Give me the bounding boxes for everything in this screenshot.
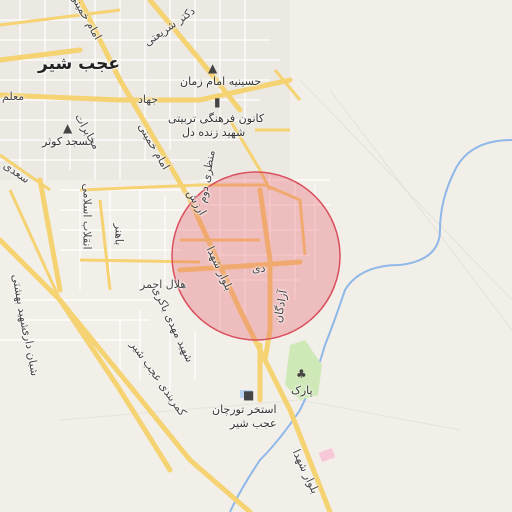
poi-park: پارک — [291, 384, 313, 397]
poi-pool-line1: استخر تورچان — [212, 403, 277, 416]
tree-icon: ♣ — [296, 367, 307, 381]
road-dey: دی — [252, 262, 266, 275]
pool-icon: ■ — [243, 388, 255, 402]
mosque-icon: ▲ — [63, 121, 73, 135]
mosque-icon: ▲ — [208, 61, 218, 75]
poi-kanun-line2: شهید زنده دل — [182, 126, 246, 139]
poi-kanun-line1: کانون فرهنگی تربیتی — [168, 112, 265, 125]
road-bahonar: باهنر — [112, 223, 126, 246]
school-icon: ▮ — [214, 95, 221, 109]
road-moallem: معلم — [2, 90, 25, 103]
poi-pool-line2: عجب شیر — [230, 417, 277, 430]
road-enghelab: انقلاب اسلامی — [80, 183, 94, 250]
poi-hosseinieh: حسینیه امام زمان — [180, 75, 262, 88]
city-label: عجب شیر — [38, 54, 121, 74]
road-jahad: جهاد — [138, 93, 159, 106]
map-view[interactable]: عجب شیر ▲ حسینیه امام زمان ▮ کانون فرهنگ… — [0, 0, 512, 512]
